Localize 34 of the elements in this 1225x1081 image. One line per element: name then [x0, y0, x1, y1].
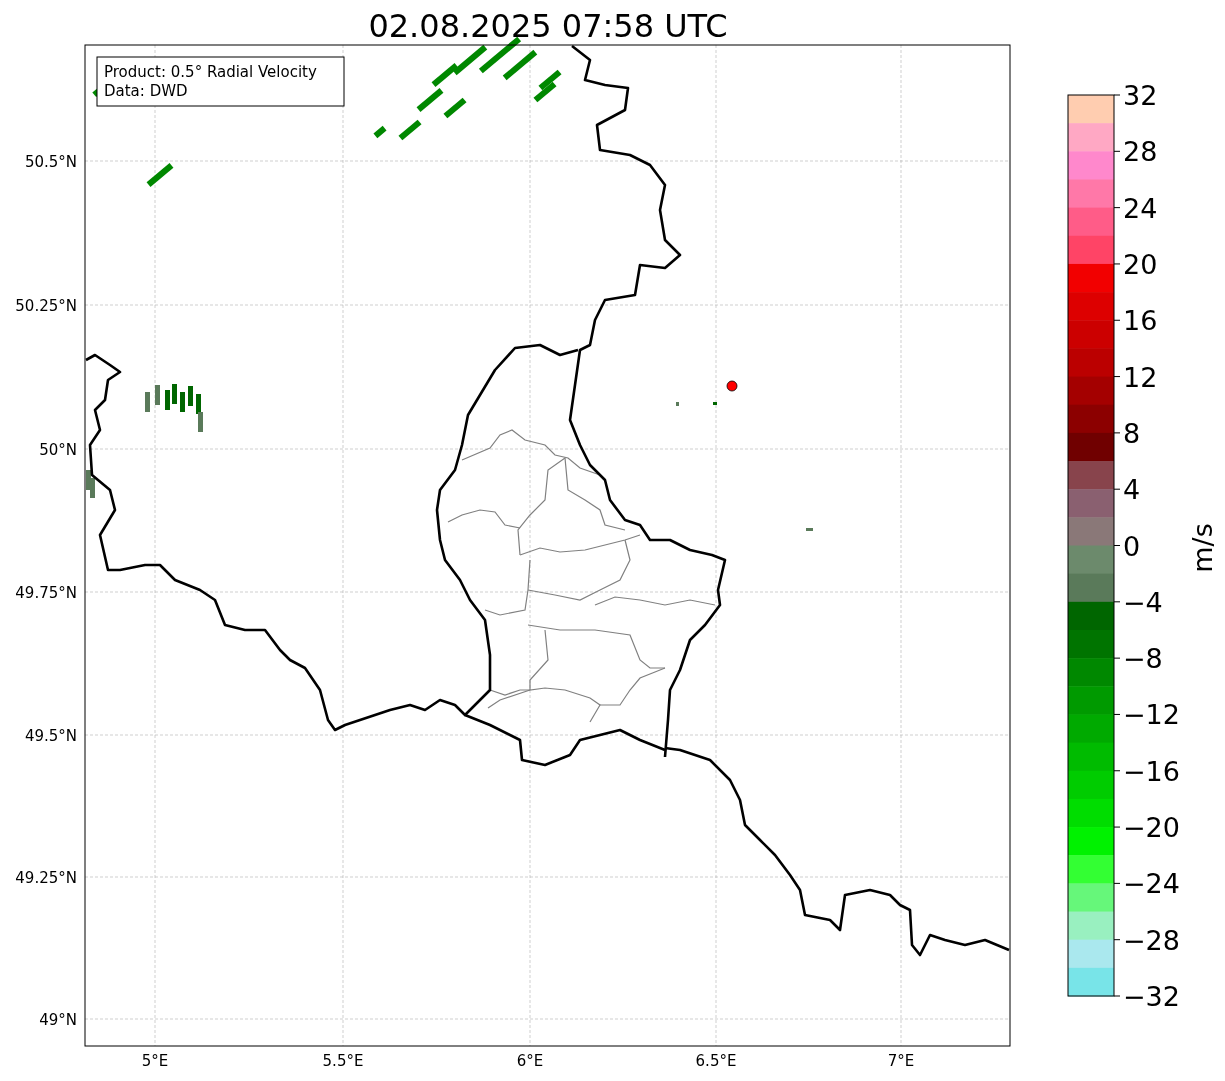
colorbar-tick-label: −28 [1123, 924, 1180, 956]
colorbar-tick-label: −16 [1123, 755, 1180, 787]
latitude-label: 50°N [39, 441, 77, 459]
colorbar-tick-label: −12 [1123, 699, 1180, 731]
colorbar-tick-label: 24 [1123, 192, 1158, 224]
longitude-label: 5°E [141, 1052, 169, 1070]
colorbar-tick-label: −32 [1123, 981, 1180, 1012]
longitude-label: 6°E [516, 1052, 544, 1070]
colorbar-tick-label: 12 [1123, 361, 1158, 393]
colorbar-label: m/s [1187, 523, 1218, 573]
colorbar-tick-label: 8 [1123, 417, 1141, 449]
colorbar-tick-label: −20 [1123, 812, 1180, 844]
colorbar-tick-label: 16 [1123, 305, 1158, 337]
longitude-label: 5.5°E [322, 1052, 364, 1070]
radar-site-marker [726, 380, 738, 392]
latitude-label: 49.75°N [15, 584, 77, 602]
latitude-label: 49°N [39, 1011, 77, 1029]
longitude-label: 6.5°E [695, 1052, 737, 1070]
colorbar-tick-label: −8 [1123, 643, 1163, 675]
colorbar-tick-label: −24 [1123, 868, 1180, 900]
longitude-label: 7°E [887, 1052, 915, 1070]
legend-text: Data: DWD [104, 82, 188, 100]
colorbar-tick-label: −4 [1123, 586, 1163, 618]
colorbar-tick-label: 20 [1123, 248, 1158, 280]
latitude-label: 49.25°N [15, 869, 77, 887]
latitude-label: 50.25°N [15, 297, 77, 315]
legend-text: Product: 0.5° Radial Velocity [104, 63, 317, 81]
latitude-label: 49.5°N [24, 727, 77, 745]
colorbar-tick-label: 28 [1123, 136, 1158, 168]
chart-title: 02.08.2025 07:58 UTC [368, 7, 728, 45]
colorbar-tick-label: 0 [1123, 530, 1141, 562]
latitude-label: 50.5°N [24, 153, 77, 171]
colorbar-tick-label: 32 [1123, 80, 1158, 111]
colorbar-tick-label: 4 [1123, 474, 1141, 506]
